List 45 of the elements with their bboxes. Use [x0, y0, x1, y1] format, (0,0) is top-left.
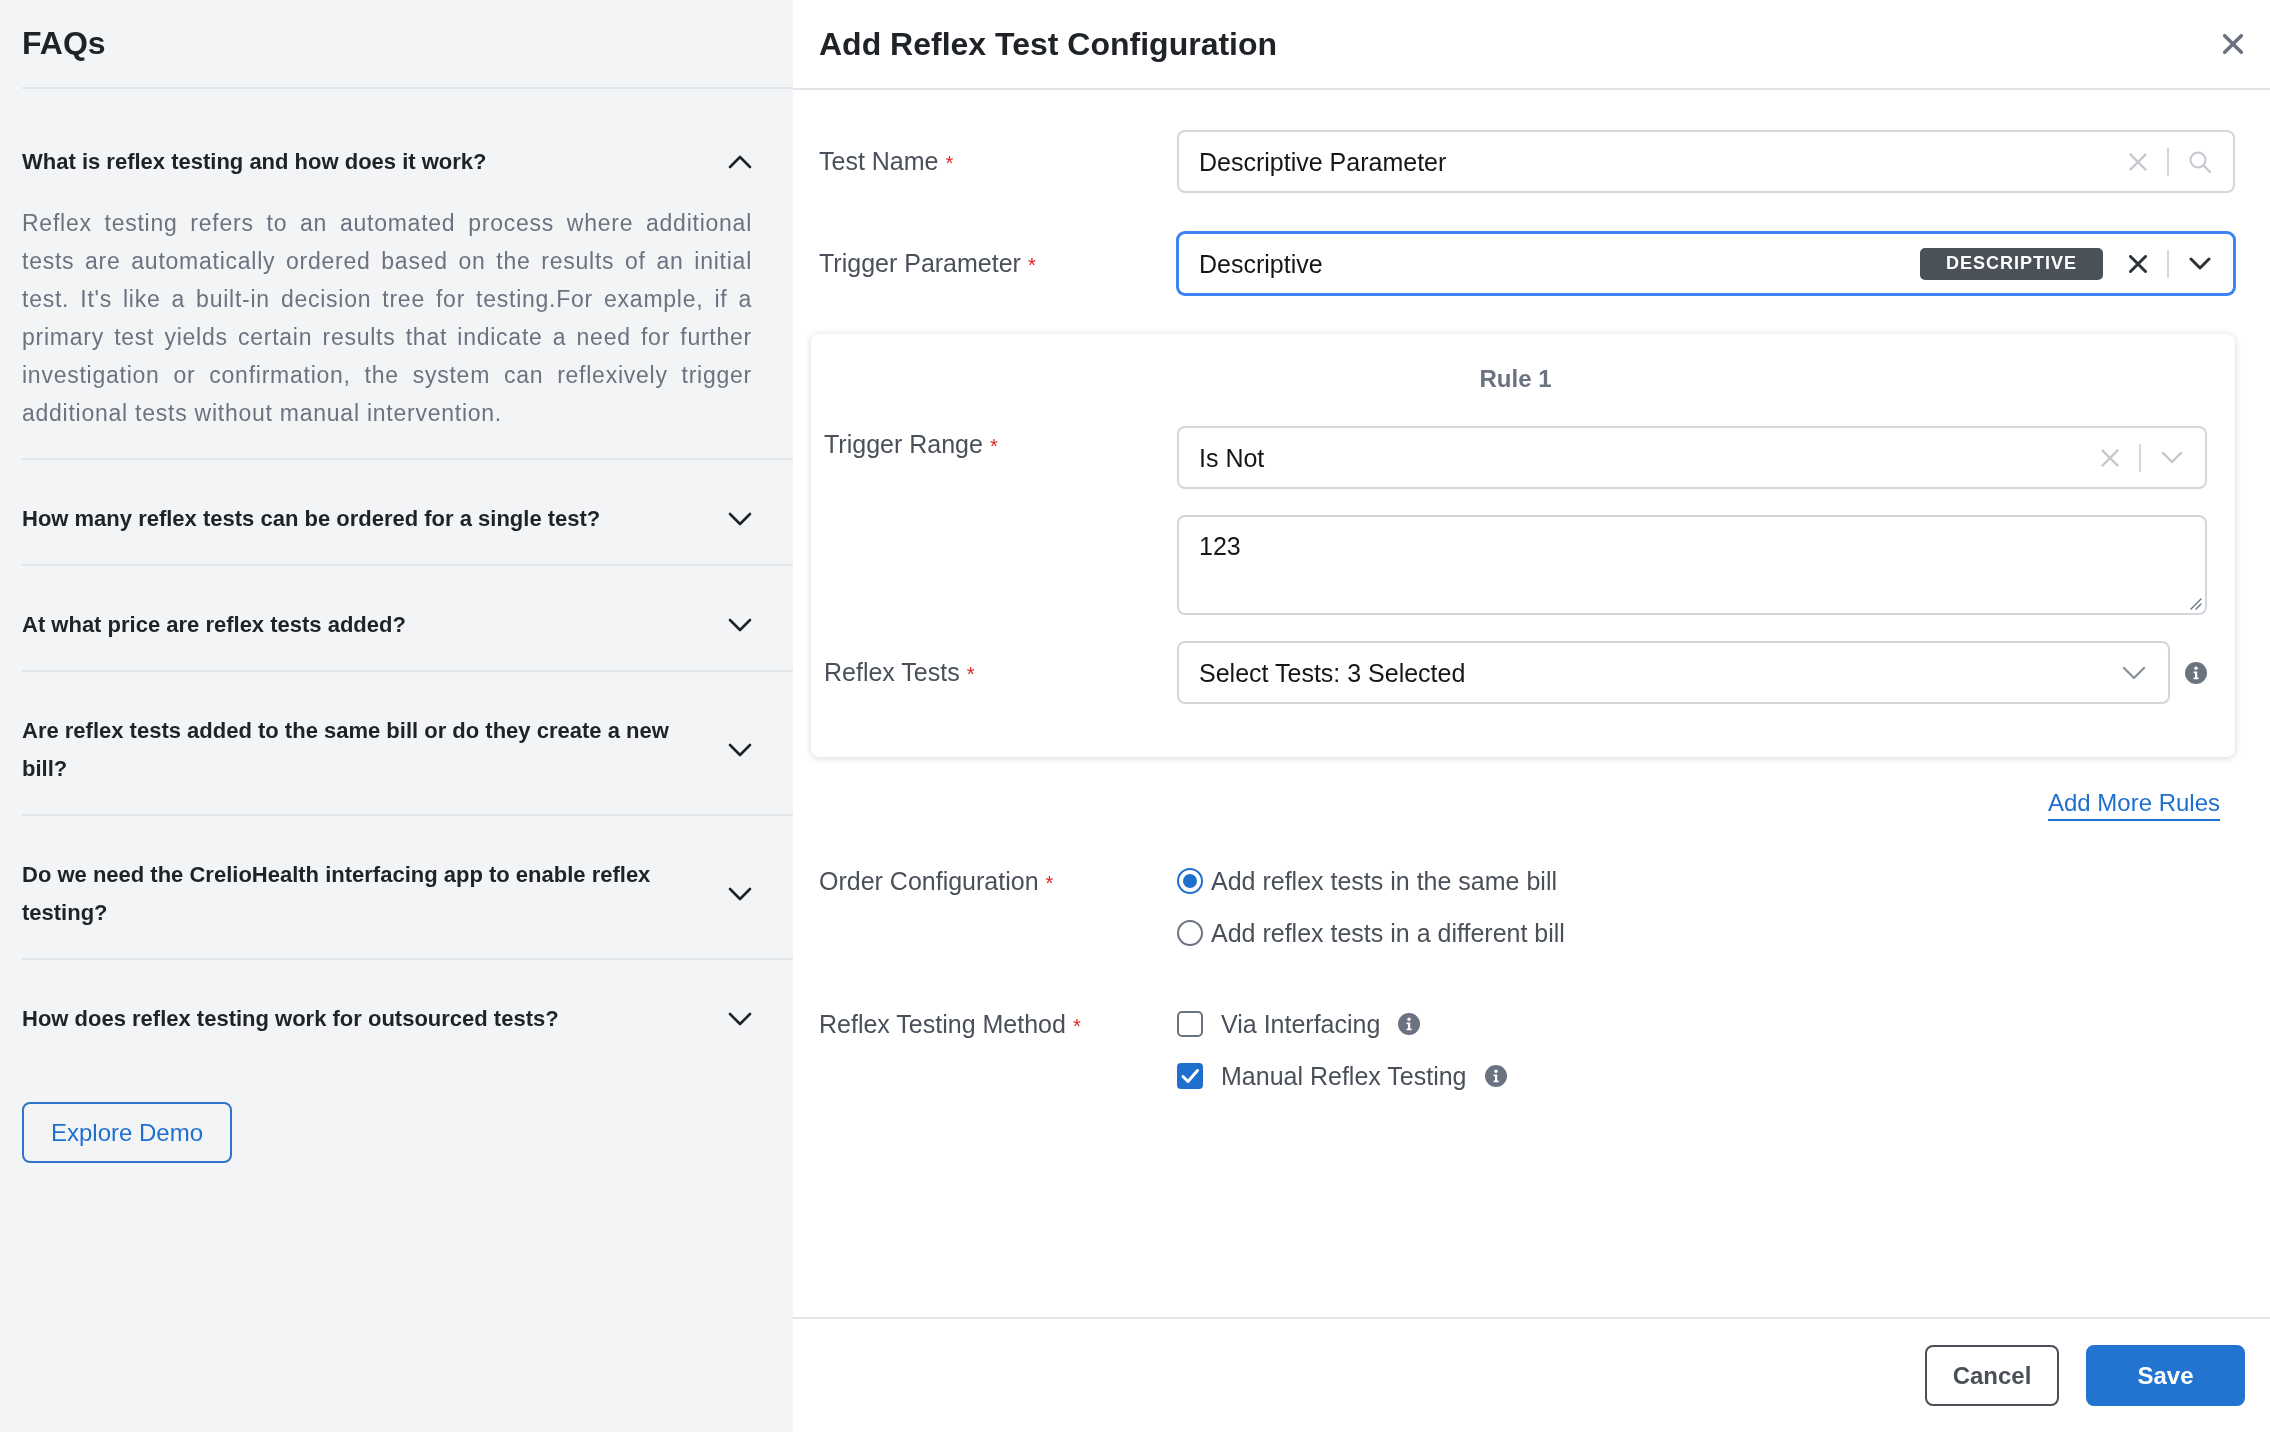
cancel-button[interactable]: Cancel — [1925, 1345, 2059, 1406]
radio-button[interactable] — [1177, 868, 1203, 894]
field-label: Reflex Tests * — [824, 656, 975, 688]
chevron-down-icon[interactable] — [728, 743, 752, 757]
explore-demo-button[interactable]: Explore Demo — [22, 1102, 232, 1163]
dialog-title: Add Reflex Test Configuration — [819, 25, 1278, 63]
chevron-up-icon[interactable] — [728, 155, 752, 169]
chevron-down-icon[interactable] — [2189, 257, 2211, 270]
field-label: Trigger Range * — [824, 429, 998, 460]
info-icon[interactable] — [2185, 661, 2207, 684]
faq-question[interactable]: Are reflex tests added to the same bill or do they create a new bill? — [22, 712, 714, 788]
multi-select-field[interactable]: Select Tests: 3 Selected — [1177, 641, 2170, 704]
faq-question[interactable]: How many reflex tests can be ordered for a single test? — [22, 500, 714, 538]
field-label: Test Name * — [819, 145, 954, 177]
chevron-down-icon[interactable] — [728, 887, 752, 901]
radio-button[interactable] — [1177, 920, 1203, 946]
faq-question[interactable]: At what price are reflex tests added? — [22, 606, 714, 644]
text-area-field[interactable]: 123 — [1177, 515, 2207, 615]
add-more-rules-link[interactable]: Add More Rules — [2047, 789, 2220, 821]
checkbox-label: Manual Reflex Testing — [1221, 1061, 1467, 1091]
type-badge: DESCRIPTIVE — [1919, 247, 2103, 280]
faq-title: FAQs — [22, 25, 106, 62]
faq-question[interactable]: What is reflex testing and how does it work? — [22, 143, 714, 181]
info-icon[interactable] — [1484, 1065, 1507, 1087]
chevron-down-icon[interactable] — [728, 1012, 752, 1026]
field-label: Order Configuration * — [819, 866, 1054, 897]
faq-answer: Reflex testing refers to an automated process where additional tests are automatically ordered based on the results of an initial test. It's like a built-in decision tree for testing.For example, if a primary test yields certain results that indicate a need for further investigation or confirmation, the system can reflexively trigger additional tests without manual intervention. — [22, 209, 752, 428]
select-field[interactable]: Descriptive DESCRIPTIVE — [1177, 232, 2235, 295]
faq-question[interactable]: How does reflex testing work for outsourced tests? — [22, 1000, 714, 1038]
close-icon[interactable] — [2223, 34, 2243, 54]
clear-icon[interactable] — [2129, 254, 2147, 273]
faq-question[interactable]: Do we need the CrelioHealth interfacing app to enable reflex testing? — [22, 856, 714, 932]
resize-grip-icon[interactable] — [2190, 598, 2202, 610]
field-label: Reflex Testing Method * — [819, 1009, 1081, 1040]
rule-title: Rule 1 — [1479, 364, 1552, 394]
checkbox[interactable] — [1177, 1011, 1203, 1037]
info-icon[interactable] — [1398, 1013, 1421, 1035]
chevron-down-icon[interactable] — [728, 512, 752, 526]
checkbox[interactable] — [1177, 1063, 1203, 1089]
radio-label: Add reflex tests in a different bill — [1211, 918, 1565, 948]
checkbox-label: Via Interfacing — [1221, 1009, 1381, 1039]
radio-label: Add reflex tests in the same bill — [1211, 866, 1557, 896]
field-label: Trigger Parameter * — [819, 247, 1036, 279]
save-button[interactable]: Save — [2086, 1345, 2245, 1406]
chevron-down-icon[interactable] — [728, 618, 752, 632]
